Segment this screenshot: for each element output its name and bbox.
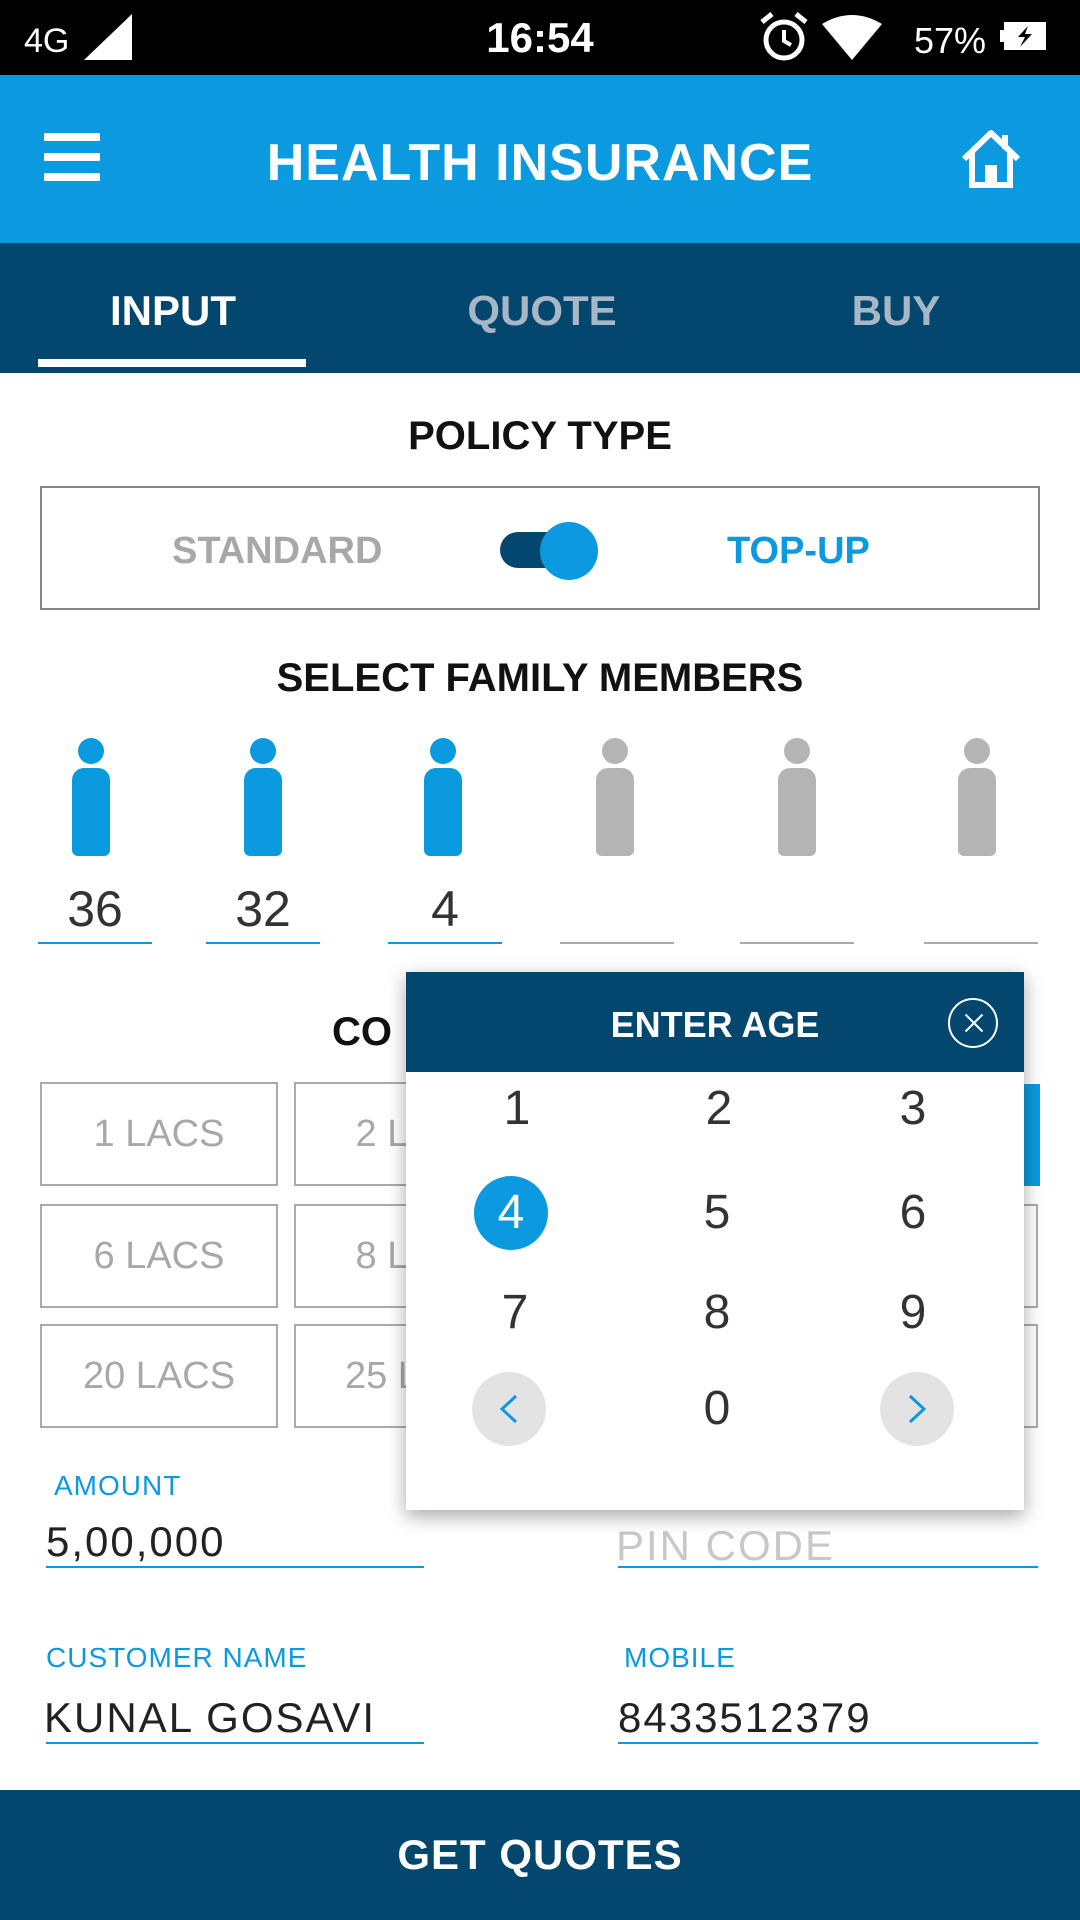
age-input-4[interactable]	[560, 880, 674, 944]
family-member-2[interactable]	[244, 738, 284, 856]
home-icon[interactable]	[958, 125, 1024, 191]
amount-field[interactable]: 5,00,000	[46, 1518, 226, 1566]
dialog-title: ENTER AGE	[610, 1004, 820, 1045]
policy-type-selector: STANDARD TOP-UP	[40, 486, 1040, 610]
age-input-1[interactable]: 36	[38, 880, 152, 944]
policy-type-toggle[interactable]	[498, 520, 598, 580]
app-bar: HEALTH INSURANCE	[0, 75, 1080, 243]
family-members-heading: SELECT FAMILY MEMBERS	[276, 656, 804, 700]
amount-label: AMOUNT	[54, 1470, 182, 1501]
toggle-knob	[540, 522, 598, 580]
person-icon-body	[596, 768, 634, 856]
person-icon-head	[602, 738, 628, 764]
age-input-6[interactable]	[924, 880, 1038, 944]
age-input-5[interactable]	[740, 880, 854, 944]
status-bar: 4G 16:54 57%	[0, 0, 1080, 75]
key-7[interactable]: 7	[478, 1276, 552, 1350]
family-member-3[interactable]	[424, 738, 464, 856]
person-icon-body	[244, 768, 282, 856]
family-member-4[interactable]	[596, 738, 636, 856]
key-0[interactable]: 0	[680, 1372, 754, 1446]
pincode-underline	[618, 1566, 1038, 1568]
chevron-left-icon[interactable]	[472, 1372, 546, 1446]
key-6[interactable]: 6	[876, 1176, 950, 1250]
customer-name-underline	[46, 1742, 424, 1744]
person-icon-head	[784, 738, 810, 764]
cover-option-20-lacs[interactable]: 20 LACS	[40, 1324, 278, 1428]
key-3[interactable]: 3	[876, 1072, 950, 1146]
cover-option-6-lacs[interactable]: 6 LACS	[40, 1204, 278, 1308]
customer-name-field[interactable]: KUNAL GOSAVI	[44, 1694, 376, 1742]
page-title: HEALTH INSURANCE	[266, 134, 814, 192]
key-1[interactable]: 1	[480, 1072, 554, 1146]
customer-name-label: CUSTOMER NAME	[46, 1642, 308, 1673]
tab-bar: INPUT QUOTE BUY	[0, 243, 1080, 373]
family-member-5[interactable]	[778, 738, 818, 856]
person-icon-head	[78, 738, 104, 764]
dialog-header: ENTER AGE	[406, 972, 1024, 1072]
battery-charging-icon	[1000, 22, 1046, 50]
person-icon-body	[424, 768, 462, 856]
amount-underline	[46, 1566, 424, 1568]
tab-input[interactable]: INPUT	[33, 287, 313, 335]
person-icon-head	[430, 738, 456, 764]
active-tab-indicator	[38, 359, 306, 367]
policy-option-standard[interactable]: STANDARD	[172, 530, 382, 573]
family-member-1[interactable]	[72, 738, 112, 856]
battery-percent: 57%	[914, 20, 987, 61]
key-4-selected[interactable]: 4	[474, 1176, 548, 1250]
tab-quote[interactable]: QUOTE	[402, 287, 682, 335]
family-member-6[interactable]	[958, 738, 998, 856]
person-icon-head	[964, 738, 990, 764]
close-icon[interactable]	[948, 998, 998, 1048]
person-icon-head	[250, 738, 276, 764]
key-5[interactable]: 5	[680, 1176, 754, 1250]
age-input-3[interactable]: 4	[388, 880, 502, 944]
mobile-field[interactable]: 8433512379	[618, 1694, 872, 1742]
mobile-underline	[618, 1742, 1038, 1744]
key-8[interactable]: 8	[680, 1276, 754, 1350]
enter-age-dialog: ENTER AGE 1 2 3 4 5 6 7 8 9 0	[406, 972, 1024, 1510]
age-input-2[interactable]: 32	[206, 880, 320, 944]
pincode-field[interactable]: PIN CODE	[616, 1522, 835, 1570]
person-icon-body	[958, 768, 996, 856]
key-2[interactable]: 2	[682, 1072, 756, 1146]
person-icon-body	[778, 768, 816, 856]
policy-option-top-up[interactable]: TOP-UP	[727, 530, 870, 573]
alarm-icon	[760, 12, 808, 61]
tab-buy[interactable]: BUY	[756, 287, 1036, 335]
policy-type-heading: POLICY TYPE	[408, 414, 672, 458]
person-icon-body	[72, 768, 110, 856]
chevron-right-icon[interactable]	[880, 1372, 954, 1446]
get-quotes-button[interactable]: GET QUOTES	[0, 1790, 1080, 1920]
mobile-label: MOBILE	[624, 1642, 736, 1673]
wifi-icon	[822, 15, 882, 60]
key-9[interactable]: 9	[876, 1276, 950, 1350]
cover-option-1-lacs[interactable]: 1 LACS	[40, 1082, 278, 1186]
